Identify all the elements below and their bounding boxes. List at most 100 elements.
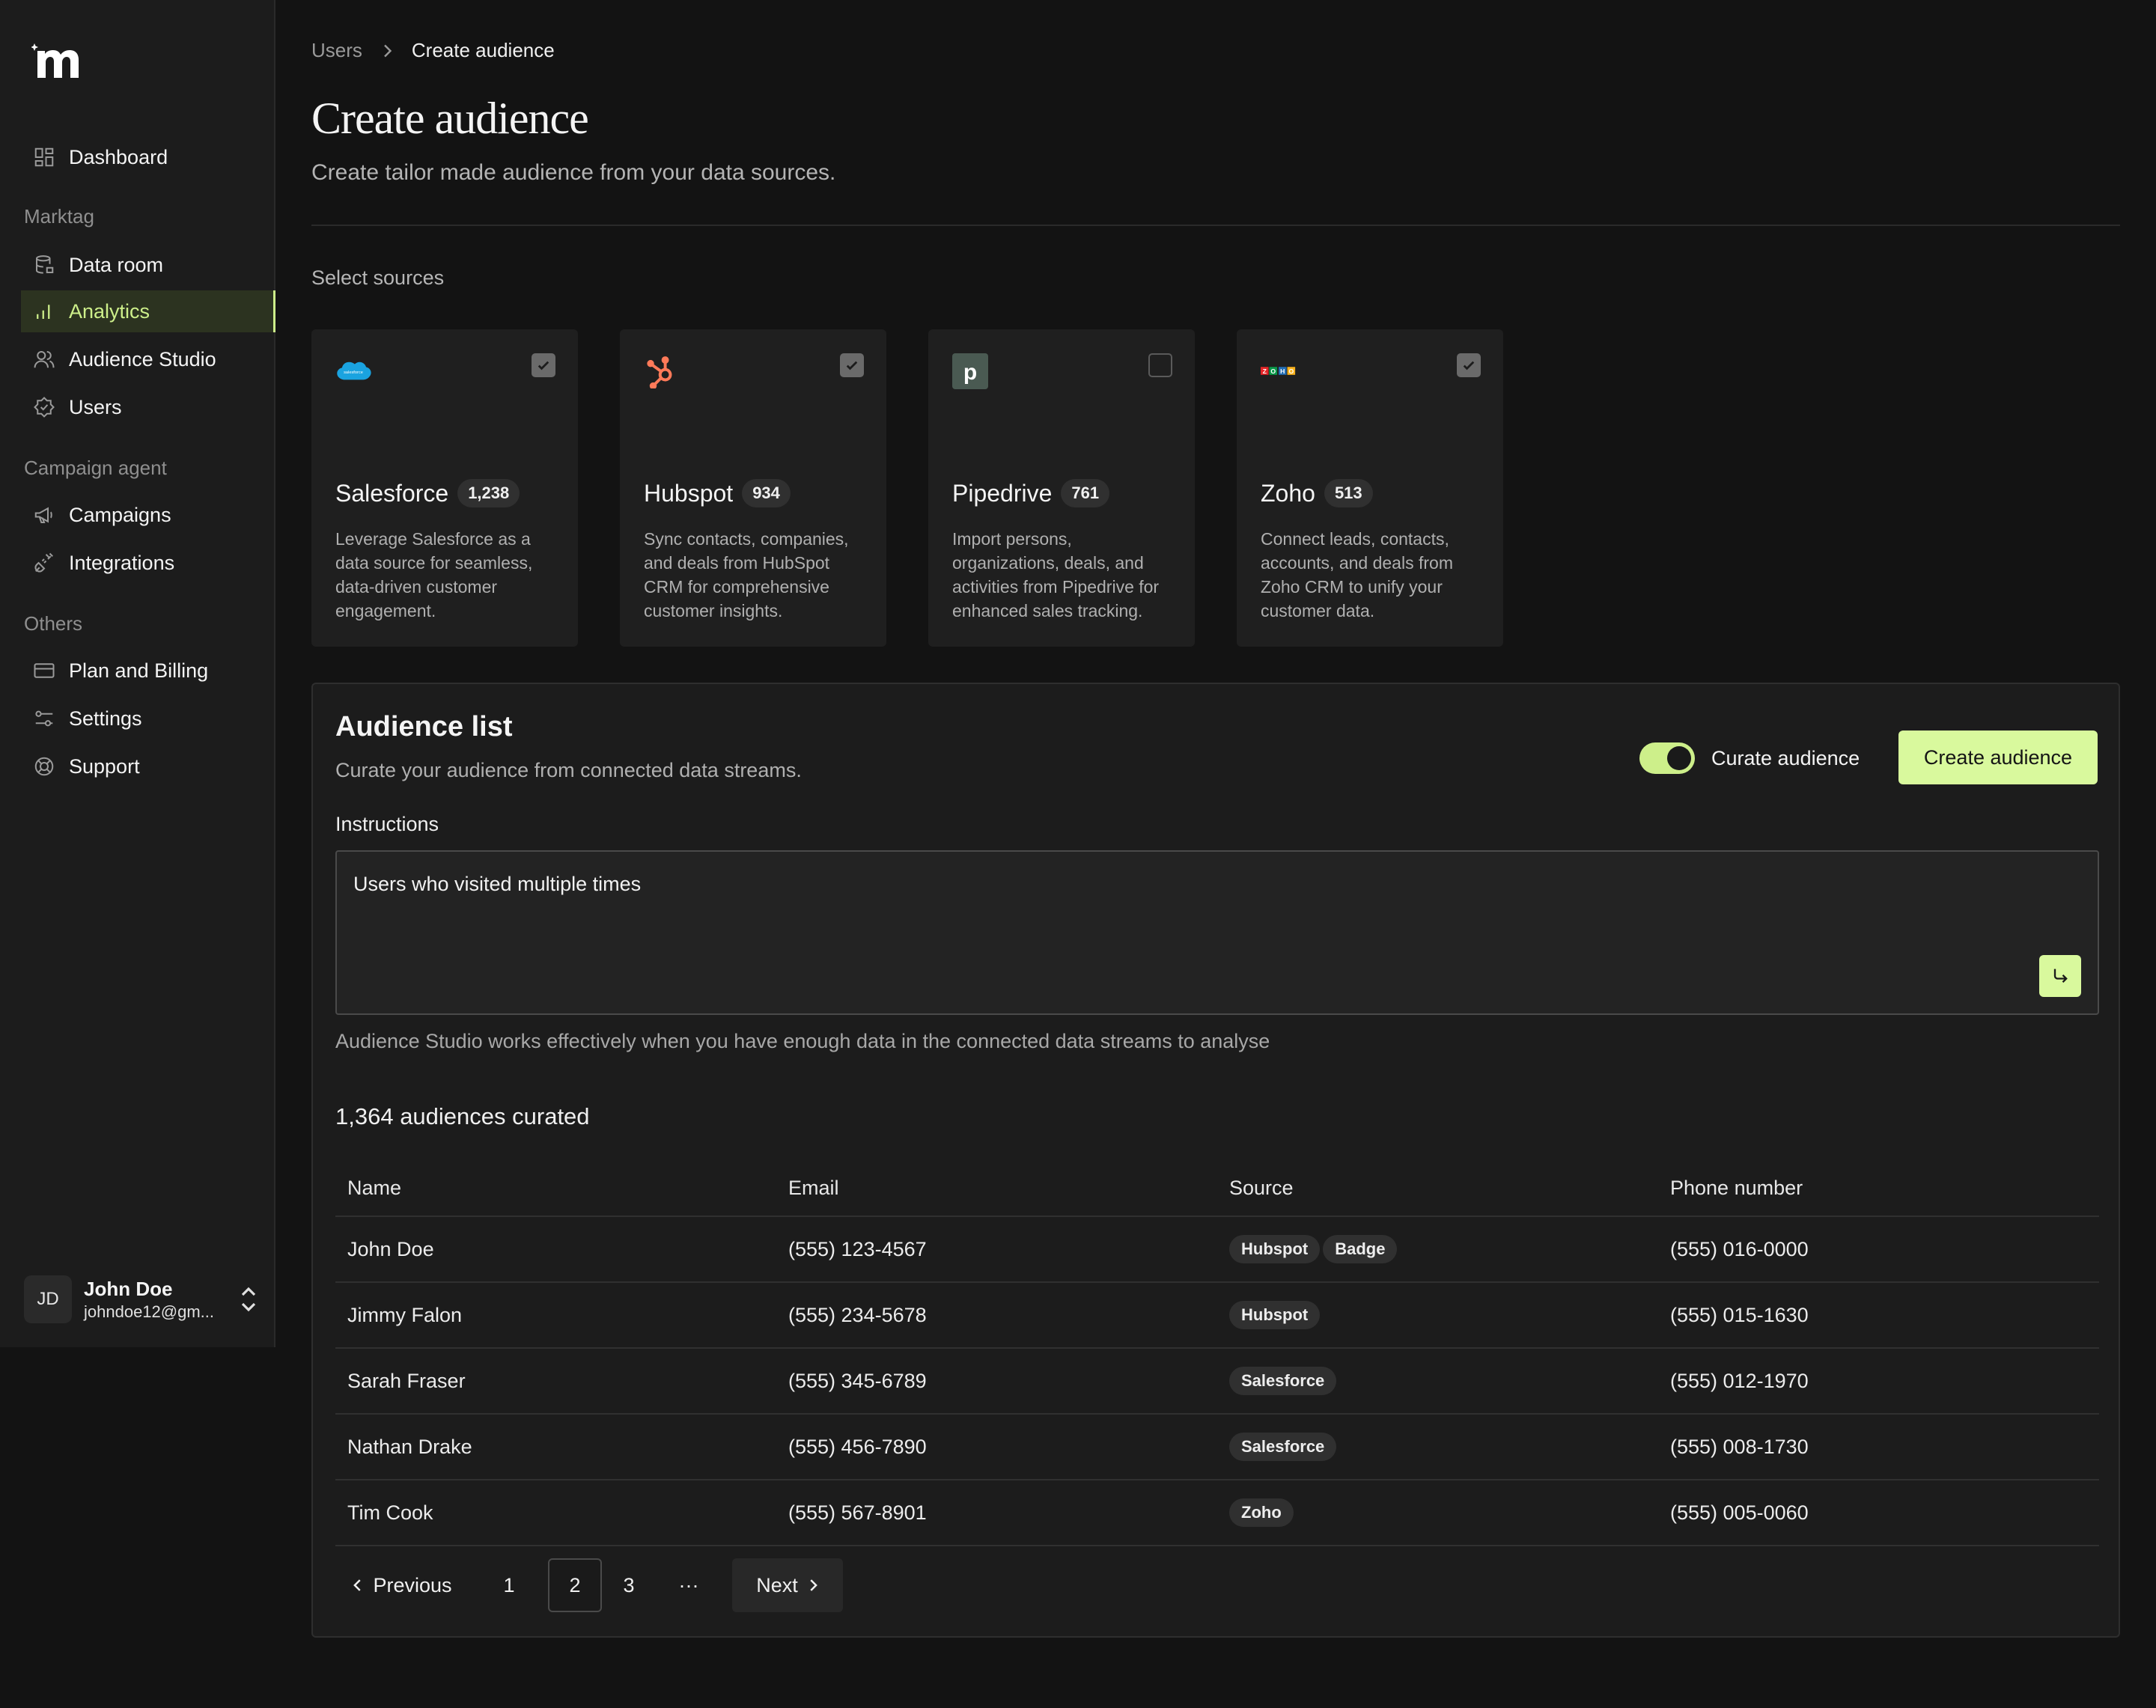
cell-phone: (555) 008-1730 [1670, 1435, 1809, 1458]
sidebar-item-data-room[interactable]: Data room [21, 244, 275, 286]
sidebar-item-label: Analytics [69, 299, 150, 323]
hubspot-checkbox[interactable] [840, 353, 864, 377]
svg-text:O: O [1270, 367, 1276, 375]
submit-instructions-button[interactable] [2039, 955, 2081, 997]
sidebar-item-users[interactable]: Users [21, 386, 275, 428]
cell-source: Hubspot [1217, 1301, 1658, 1329]
ellipsis-icon: ··· [678, 1573, 699, 1596]
source-name: Zoho [1261, 479, 1315, 507]
check-icon [538, 361, 549, 370]
breadcrumb-current: Create audience [411, 39, 555, 61]
corner-down-right-icon [2053, 969, 2068, 983]
users-icon [33, 348, 55, 370]
sidebar: Dashboard Marktag Data room Analytics Au… [0, 0, 275, 1347]
table-row[interactable]: Sarah Fraser (555) 345-6789 Salesforce (… [335, 1349, 2099, 1415]
table-row[interactable]: John Doe (555) 123-4567 Hubspot Badge (55… [335, 1217, 2099, 1283]
marktag-logo[interactable] [31, 40, 90, 78]
previous-page-button[interactable]: Previous [335, 1558, 469, 1612]
breadcrumb-users-link[interactable]: Users [311, 39, 362, 62]
cell-email: (555) 234-5678 [788, 1303, 927, 1326]
sidebar-item-analytics[interactable]: Analytics [21, 290, 275, 332]
page-button-1[interactable]: 1 [488, 1558, 530, 1612]
cell-email: (555) 345-6789 [788, 1369, 927, 1392]
sidebar-item-support[interactable]: Support [21, 745, 275, 787]
cell-name: John Doe [347, 1237, 434, 1260]
source-card-pipedrive[interactable]: p Pipedrive 761 Import persons, organiza… [928, 329, 1195, 647]
section-label-others: Others [24, 612, 83, 635]
cell-source: Zoho [1217, 1498, 1658, 1527]
badge-icon [33, 396, 55, 418]
instructions-label: Instructions [335, 813, 439, 835]
sidebar-item-campaigns[interactable]: Campaigns [21, 494, 275, 536]
user-email: johndoe12@gm... [84, 1302, 215, 1321]
curate-audience-toggle[interactable] [1639, 742, 1695, 774]
source-badge: Badge [1323, 1235, 1398, 1263]
source-description: Import persons, organizations, deals, an… [952, 529, 1160, 620]
cell-source: Hubspot Badge [1217, 1235, 1658, 1263]
audience-list-panel: Audience list Curate your audience from … [311, 683, 2120, 1638]
panel-subtitle: Curate your audience from connected data… [335, 759, 802, 781]
chevron-right-icon [384, 44, 392, 57]
sidebar-item-label: Dashboard [69, 145, 168, 168]
sidebar-item-integrations[interactable]: Integrations [21, 542, 275, 584]
source-card-salesforce[interactable]: salesforce Salesforce 1,238 Leverage Sal… [311, 329, 578, 647]
sidebar-item-label: Plan and Billing [69, 659, 209, 682]
instructions-textarea[interactable]: Users who visited multiple times [335, 850, 2099, 1015]
column-header-phone: Phone number [1670, 1176, 1803, 1199]
avatar: JD [24, 1275, 72, 1323]
user-name: John Doe [84, 1277, 173, 1300]
audience-count: 1,364 audiences curated [335, 1103, 590, 1129]
svg-text:H: H [1280, 367, 1285, 375]
source-count-badge: 1,238 [457, 479, 520, 507]
table-row[interactable]: Nathan Drake (555) 456-7890 Salesforce (… [335, 1415, 2099, 1480]
create-audience-button[interactable]: Create audience [1898, 731, 2098, 784]
panel-title: Audience list [335, 711, 513, 742]
table-row[interactable]: Tim Cook (555) 567-8901 Zoho (555) 005-0… [335, 1480, 2099, 1546]
sidebar-item-audience-studio[interactable]: Audience Studio [21, 338, 275, 380]
sidebar-item-label: Users [69, 395, 122, 418]
select-sources-label: Select sources [311, 266, 445, 289]
sidebar-item-label: Integrations [69, 551, 175, 574]
pipedrive-checkbox[interactable] [1148, 353, 1172, 377]
source-count-badge: 934 [742, 479, 791, 507]
next-page-button[interactable]: Next [732, 1558, 843, 1612]
curate-audience-label: Curate audience [1711, 747, 1860, 769]
page-button-3[interactable]: 3 [608, 1558, 650, 1612]
source-description: Sync contacts, companies, and deals from… [644, 529, 849, 620]
source-description: Connect leads, contacts, accounts, and d… [1261, 529, 1453, 620]
sidebar-item-label: Settings [69, 707, 142, 730]
source-badge: Hubspot [1229, 1235, 1321, 1263]
instructions-value: Users who visited multiple times [353, 873, 642, 895]
sidebar-item-settings[interactable]: Settings [21, 698, 275, 739]
source-card-hubspot[interactable]: Hubspot 934 Sync contacts, companies, an… [620, 329, 886, 647]
cell-phone: (555) 005-0060 [1670, 1501, 1809, 1524]
zoho-checkbox[interactable] [1457, 353, 1481, 377]
pipedrive-logo-icon: p [951, 352, 990, 391]
cell-name: Tim Cook [347, 1501, 433, 1524]
sidebar-item-label: Campaigns [69, 503, 171, 526]
column-header-source: Source [1229, 1176, 1294, 1199]
page-title: Create audience [311, 94, 589, 143]
toggle-knob [1667, 746, 1691, 770]
source-card-zoho[interactable]: Z O H O Zoho 513 Connect leads, contacts… [1237, 329, 1503, 647]
chevron-up-down-icon[interactable] [240, 1286, 258, 1313]
plug-icon [33, 552, 55, 574]
sidebar-item-label: Support [69, 754, 140, 778]
check-icon [1463, 361, 1475, 370]
cell-source: Salesforce [1217, 1367, 1658, 1395]
salesforce-checkbox[interactable] [532, 353, 555, 377]
table-row[interactable]: Jimmy Falon (555) 234-5678 Hubspot (555)… [335, 1283, 2099, 1349]
next-label: Next [756, 1573, 798, 1596]
grid-icon [33, 146, 55, 168]
cell-phone: (555) 015-1630 [1670, 1303, 1809, 1326]
page-button-2[interactable]: 2 [548, 1558, 602, 1612]
sidebar-item-plan-and-billing[interactable]: Plan and Billing [21, 650, 275, 692]
user-menu[interactable]: JD John Doe johndoe12@gm... [24, 1272, 264, 1326]
column-header-name: Name [347, 1176, 402, 1199]
audience-table: Name Email Source Phone number John Doe … [335, 1160, 2099, 1546]
column-header-email: Email [788, 1176, 839, 1199]
sidebar-item-dashboard[interactable]: Dashboard [21, 136, 275, 178]
cell-email: (555) 456-7890 [788, 1435, 927, 1458]
cell-phone: (555) 012-1970 [1670, 1369, 1809, 1392]
cell-name: Sarah Fraser [347, 1369, 466, 1392]
